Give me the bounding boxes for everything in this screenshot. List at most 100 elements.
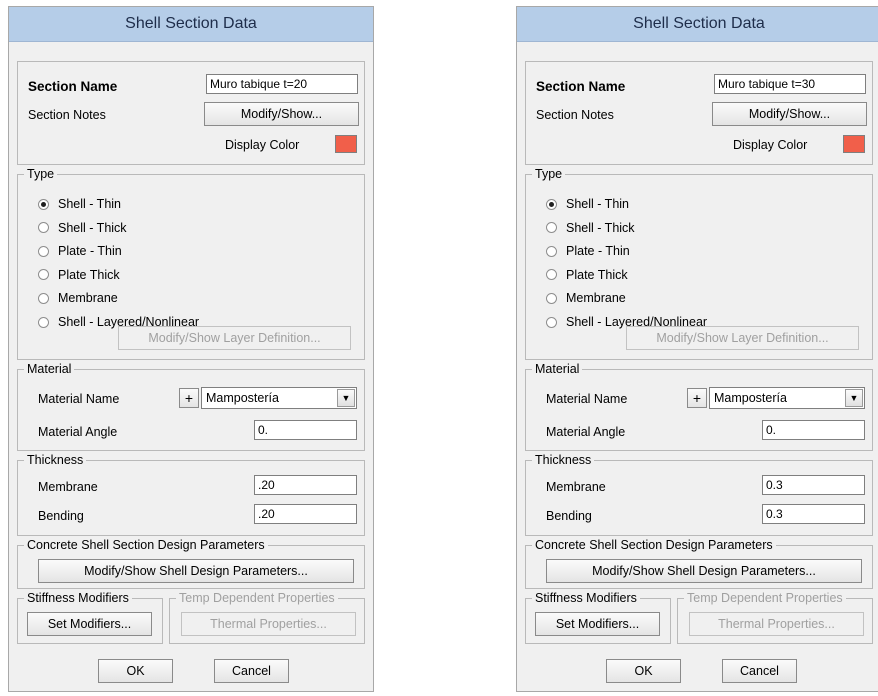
type-option-plate-thin[interactable]: Plate - Thin xyxy=(38,242,122,260)
material-name-label: Material Name xyxy=(38,392,120,406)
chevron-down-icon[interactable]: ▼ xyxy=(845,389,863,407)
material-name-label: Material Name xyxy=(546,392,628,406)
membrane-thickness-input[interactable]: 0.3 xyxy=(762,475,865,495)
thickness-group: Thickness Membrane 0.3 Bending 0.3 xyxy=(525,452,873,536)
stiffness-modifiers-legend: Stiffness Modifiers xyxy=(24,590,132,606)
radio-button-icon[interactable] xyxy=(38,292,49,304)
type-option-label: Membrane xyxy=(58,291,118,306)
type-group: Type Shell - Thin Shell - Thick Plate - Th… xyxy=(17,166,365,360)
section-notes-label: Section Notes xyxy=(536,108,614,122)
modify-show-shell-design-button[interactable]: Modify/Show Shell Design Parameters... xyxy=(546,559,862,583)
type-option-shell-thin[interactable]: Shell - Thin xyxy=(546,195,629,213)
add-material-button[interactable]: + xyxy=(179,388,199,408)
shell-section-dialog-1: Shell Section Data Section Name Muro tab… xyxy=(8,6,374,692)
type-option-label: Membrane xyxy=(566,291,626,306)
display-color-swatch[interactable] xyxy=(335,135,357,153)
material-name-value: Mampostería xyxy=(714,391,787,405)
material-angle-input[interactable]: 0. xyxy=(762,420,865,440)
stiffness-modifiers-legend: Stiffness Modifiers xyxy=(532,590,640,606)
set-modifiers-button[interactable]: Set Modifiers... xyxy=(27,612,152,636)
ok-button[interactable]: OK xyxy=(98,659,173,683)
radio-button-icon[interactable] xyxy=(38,198,49,210)
material-name-select[interactable]: Mampostería ▼ xyxy=(709,387,865,409)
material-group: Material Material Name + Mampostería ▼ M… xyxy=(525,361,873,451)
membrane-label: Membrane xyxy=(546,480,606,494)
shell-section-dialog-2: Shell Section Data Section Name Muro tab… xyxy=(516,6,878,692)
type-group: Type Shell - Thin Shell - Thick Plate - Th… xyxy=(525,166,873,360)
bending-label: Bending xyxy=(38,509,84,523)
concrete-design-group: Concrete Shell Section Design Parameters… xyxy=(17,537,365,589)
stiffness-modifiers-group: Stiffness Modifiers Set Modifiers... xyxy=(17,590,163,644)
dialog-title: Shell Section Data xyxy=(517,7,878,42)
type-option-plate-thick[interactable]: Plate Thick xyxy=(546,266,628,284)
thickness-legend: Thickness xyxy=(24,452,87,468)
display-color-label: Display Color xyxy=(225,138,300,152)
type-option-label: Plate - Thin xyxy=(566,244,630,259)
radio-button-icon[interactable] xyxy=(38,316,49,328)
type-option-shell-thick[interactable]: Shell - Thick xyxy=(546,219,635,237)
section-notes-label: Section Notes xyxy=(28,108,106,122)
thermal-properties-button[interactable]: Thermal Properties... xyxy=(689,612,864,636)
radio-button-icon[interactable] xyxy=(38,245,49,257)
chevron-down-icon[interactable]: ▼ xyxy=(337,389,355,407)
modify-show-layer-definition-button[interactable]: Modify/Show Layer Definition... xyxy=(118,326,351,350)
temp-dependent-legend: Temp Dependent Properties xyxy=(176,590,338,606)
material-name-select[interactable]: Mampostería ▼ xyxy=(201,387,357,409)
thermal-properties-button[interactable]: Thermal Properties... xyxy=(181,612,356,636)
type-option-label: Plate Thick xyxy=(58,267,120,282)
type-legend: Type xyxy=(24,166,58,182)
radio-button-icon[interactable] xyxy=(38,269,49,281)
type-option-label: Plate Thick xyxy=(566,267,628,282)
radio-button-icon[interactable] xyxy=(546,292,557,304)
type-option-membrane[interactable]: Membrane xyxy=(546,289,626,307)
type-option-plate-thin[interactable]: Plate - Thin xyxy=(546,242,630,260)
modify-show-notes-button[interactable]: Modify/Show... xyxy=(712,102,867,126)
temp-dependent-legend: Temp Dependent Properties xyxy=(684,590,846,606)
membrane-thickness-input[interactable]: .20 xyxy=(254,475,357,495)
radio-button-icon[interactable] xyxy=(546,245,557,257)
display-color-label: Display Color xyxy=(733,138,808,152)
section-name-input[interactable]: Muro tabique t=20 xyxy=(206,74,358,94)
cancel-button[interactable]: Cancel xyxy=(214,659,289,683)
set-modifiers-button[interactable]: Set Modifiers... xyxy=(535,612,660,636)
add-material-button[interactable]: + xyxy=(687,388,707,408)
dialog-title-text: Shell Section Data xyxy=(125,15,257,32)
modify-show-layer-definition-button[interactable]: Modify/Show Layer Definition... xyxy=(626,326,859,350)
thickness-legend: Thickness xyxy=(532,452,595,468)
material-angle-label: Material Angle xyxy=(38,425,118,439)
dialog-title-text: Shell Section Data xyxy=(633,15,765,32)
type-option-plate-thick[interactable]: Plate Thick xyxy=(38,266,120,284)
radio-button-icon[interactable] xyxy=(38,222,49,234)
type-option-shell-thick[interactable]: Shell - Thick xyxy=(38,219,127,237)
stiffness-modifiers-group: Stiffness Modifiers Set Modifiers... xyxy=(525,590,671,644)
modify-show-notes-button[interactable]: Modify/Show... xyxy=(204,102,359,126)
radio-button-icon[interactable] xyxy=(546,316,557,328)
material-name-value: Mampostería xyxy=(206,391,279,405)
concrete-design-legend: Concrete Shell Section Design Parameters xyxy=(532,537,776,553)
section-name-input[interactable]: Muro tabique t=30 xyxy=(714,74,866,94)
type-option-shell-thin[interactable]: Shell - Thin xyxy=(38,195,121,213)
type-legend: Type xyxy=(532,166,566,182)
radio-button-icon[interactable] xyxy=(546,222,557,234)
material-angle-label: Material Angle xyxy=(546,425,626,439)
type-option-membrane[interactable]: Membrane xyxy=(38,289,118,307)
material-group: Material Material Name + Mampostería ▼ M… xyxy=(17,361,365,451)
bending-label: Bending xyxy=(546,509,592,523)
ok-button[interactable]: OK xyxy=(606,659,681,683)
type-option-label: Shell - Thin xyxy=(566,197,629,211)
cancel-button[interactable]: Cancel xyxy=(722,659,797,683)
type-option-label: Shell - Thick xyxy=(58,220,127,235)
type-option-label: Shell - Thin xyxy=(58,197,121,211)
radio-button-icon[interactable] xyxy=(546,269,557,281)
modify-show-shell-design-button[interactable]: Modify/Show Shell Design Parameters... xyxy=(38,559,354,583)
bending-thickness-input[interactable]: .20 xyxy=(254,504,357,524)
bending-thickness-input[interactable]: 0.3 xyxy=(762,504,865,524)
material-legend: Material xyxy=(532,361,583,377)
radio-button-icon[interactable] xyxy=(546,198,557,210)
section-name-label: Section Name xyxy=(28,79,118,94)
material-angle-input[interactable]: 0. xyxy=(254,420,357,440)
display-color-swatch[interactable] xyxy=(843,135,865,153)
concrete-design-legend: Concrete Shell Section Design Parameters xyxy=(24,537,268,553)
thickness-group: Thickness Membrane .20 Bending .20 xyxy=(17,452,365,536)
dialog-title: Shell Section Data xyxy=(9,7,373,42)
